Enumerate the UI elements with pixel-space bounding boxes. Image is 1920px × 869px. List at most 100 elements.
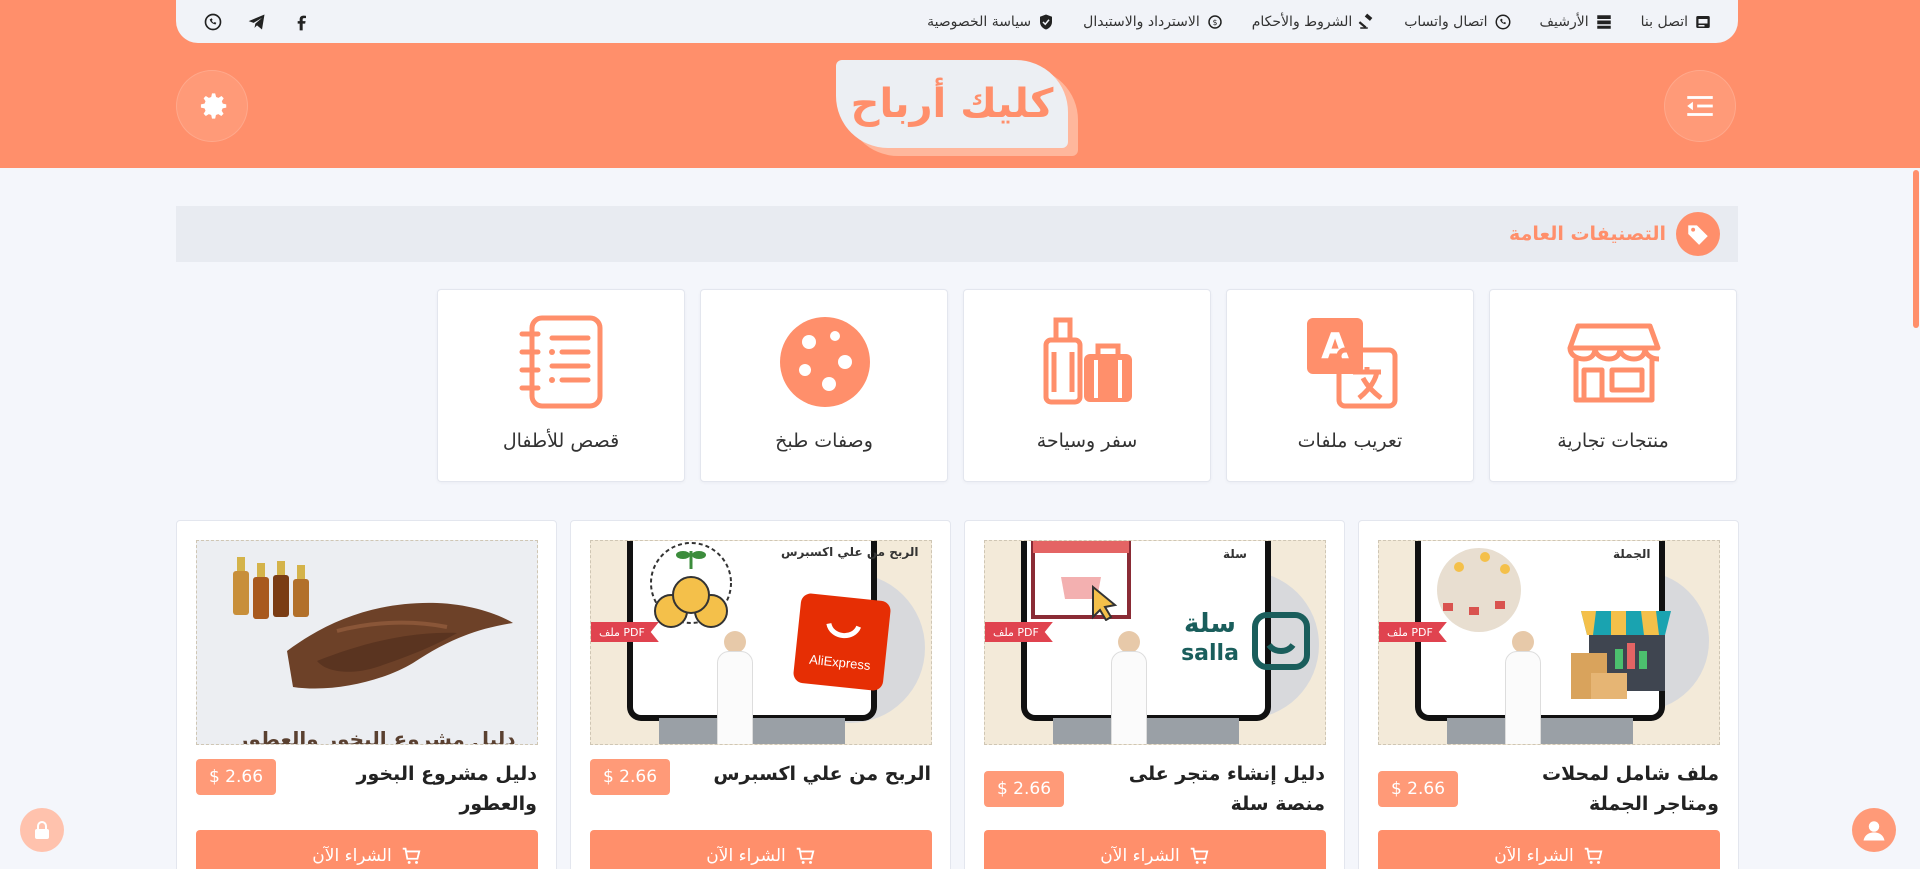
product-card[interactable]: الربح من علي اكسبرس AliExpress ملف PDF ا… bbox=[570, 520, 951, 869]
product-card[interactable]: دليل مشروع البخور والعطور دليل مشروع الب… bbox=[176, 520, 557, 869]
salla-logo: سلة salla bbox=[1175, 607, 1315, 677]
gear-icon bbox=[200, 93, 227, 119]
menu-toggle-button[interactable] bbox=[1664, 70, 1736, 142]
person-body bbox=[717, 651, 753, 744]
category-card-recipes[interactable]: وصفات طبخ bbox=[700, 289, 948, 482]
lock-icon bbox=[35, 821, 49, 839]
person-head bbox=[1512, 631, 1534, 653]
salla-logo-latin: salla bbox=[1181, 641, 1239, 666]
cart-icon bbox=[402, 847, 421, 864]
image-caption: دليل مشروع البخور والعطور bbox=[237, 727, 516, 745]
nav-link-whatsapp[interactable]: اتصال واتساب bbox=[1404, 13, 1511, 31]
world-map-icon bbox=[1429, 545, 1529, 635]
nav-link-archive[interactable]: الأرشيف bbox=[1540, 13, 1613, 31]
settings-button[interactable] bbox=[176, 70, 248, 142]
nav-link-refund[interactable]: $ الاسترداد والاستبدال bbox=[1083, 13, 1224, 31]
whatsapp-icon[interactable] bbox=[202, 11, 224, 33]
social-links bbox=[202, 11, 312, 33]
product-image[interactable]: الربح من علي اكسبرس AliExpress ملف PDF bbox=[590, 540, 932, 745]
image-caption: سلة bbox=[1223, 547, 1247, 561]
buy-now-button[interactable]: الشراء الآن bbox=[590, 830, 932, 869]
facebook-icon[interactable] bbox=[290, 11, 312, 33]
cookie-icon bbox=[780, 317, 870, 407]
nav-link-label: اتصال واتساب bbox=[1404, 13, 1488, 30]
category-card-translation[interactable]: A تعريب ملفات bbox=[1226, 289, 1474, 482]
browser-cart-icon bbox=[1031, 541, 1131, 622]
person-head bbox=[724, 631, 746, 653]
buy-now-label: الشراء الآن bbox=[1100, 846, 1180, 866]
category-card-commercial-products[interactable]: منتجات تجارية bbox=[1489, 289, 1737, 482]
product-image[interactable]: سلة سلة salla ملف PDF bbox=[984, 540, 1326, 745]
image-caption: الجملة bbox=[1613, 547, 1651, 561]
price-badge: $ 2.66 bbox=[984, 771, 1064, 807]
cart-icon bbox=[1190, 847, 1209, 864]
category-label: قصص للأطفال bbox=[502, 430, 620, 452]
category-label: وصفات طبخ bbox=[775, 430, 873, 452]
buy-now-label: الشراء الآن bbox=[312, 846, 392, 866]
category-label: تعريب ملفات bbox=[1297, 430, 1403, 452]
cart-icon bbox=[1584, 847, 1603, 864]
gavel-icon bbox=[1358, 13, 1373, 29]
pdf-badge: ملف PDF bbox=[591, 622, 659, 642]
product-title[interactable]: دليل إنشاء متجر على منصة سلة bbox=[1085, 759, 1325, 819]
category-label: سفر وسياحة bbox=[1036, 430, 1138, 452]
person-head bbox=[1118, 631, 1140, 653]
menu-indent-icon bbox=[1687, 96, 1713, 116]
store-icon bbox=[1567, 323, 1661, 403]
buy-now-button[interactable]: الشراء الآن bbox=[1378, 830, 1720, 869]
category-card-kids-stories[interactable]: قصص للأطفال bbox=[437, 289, 685, 482]
section-title: التصنيفات العامة bbox=[1509, 223, 1666, 245]
user-account-button[interactable] bbox=[1852, 808, 1896, 852]
buy-now-label: الشراء الآن bbox=[1494, 846, 1574, 866]
product-title[interactable]: ملف شامل لمحلات ومتاجر الجملة bbox=[1479, 759, 1719, 819]
salla-logo-arabic: سلة bbox=[1184, 609, 1236, 639]
nav-link-terms[interactable]: الشروط والأحكام bbox=[1252, 13, 1376, 31]
whatsapp-icon bbox=[1495, 14, 1511, 29]
nav-link-label: الشروط والأحكام bbox=[1251, 13, 1353, 30]
person-body bbox=[1505, 651, 1541, 744]
svg-text:A: A bbox=[1321, 326, 1349, 367]
product-title[interactable]: الربح من علي اكسبرس bbox=[691, 759, 931, 789]
product-image[interactable]: دليل مشروع البخور والعطور bbox=[196, 540, 538, 745]
price-badge: $ 2.66 bbox=[1378, 771, 1458, 807]
nav-link-label: الأرشيف bbox=[1539, 13, 1589, 30]
nav-link-label: الاسترداد والاستبدال bbox=[1083, 13, 1200, 30]
pdf-badge: ملف PDF bbox=[1379, 622, 1447, 642]
site-logo[interactable]: كليك أرباح bbox=[836, 60, 1078, 156]
contact-card-icon bbox=[1696, 15, 1710, 28]
product-title[interactable]: دليل مشروع البخور والعطور bbox=[297, 759, 537, 819]
aliexpress-logo: AliExpress bbox=[792, 592, 892, 692]
product-card[interactable]: سلة سلة salla ملف PDF دليل إنشاء متجر عل… bbox=[964, 520, 1345, 869]
price-badge: $ 2.66 bbox=[196, 759, 276, 795]
top-nav-bar: اتصل بنا الأرشيف اتصال واتساب الشروط وال… bbox=[176, 0, 1738, 43]
shield-icon bbox=[1040, 14, 1053, 29]
notebook-icon bbox=[519, 315, 603, 409]
scrollbar-thumb[interactable] bbox=[1913, 170, 1919, 328]
category-label: منتجات تجارية bbox=[1557, 430, 1669, 452]
nav-link-contact[interactable]: اتصل بنا bbox=[1641, 13, 1712, 31]
nav-link-label: اتصل بنا bbox=[1640, 13, 1688, 30]
category-card-travel[interactable]: سفر وسياحة bbox=[963, 289, 1211, 482]
price-badge: $ 2.66 bbox=[590, 759, 670, 795]
product-image[interactable]: الجملة ملف PDF bbox=[1378, 540, 1720, 745]
buy-now-button[interactable]: الشراء الآن bbox=[984, 830, 1326, 869]
nav-link-label: سياسة الخصوصية bbox=[927, 13, 1032, 30]
aliexpress-smile-icon bbox=[826, 622, 862, 639]
buy-now-button[interactable]: الشراء الآن bbox=[196, 830, 538, 869]
luggage-icon bbox=[1043, 317, 1132, 405]
image-caption: الربح من علي اكسبرس bbox=[781, 545, 919, 559]
svg-text:$: $ bbox=[1212, 18, 1217, 27]
pdf-badge: ملف PDF bbox=[985, 622, 1053, 642]
product-card[interactable]: الجملة ملف PDF ملف شامل لمحلات ومتاجر ال… bbox=[1358, 520, 1739, 869]
refund-icon: $ bbox=[1208, 14, 1222, 29]
lock-button[interactable] bbox=[20, 808, 64, 852]
nav-link-privacy[interactable]: سياسة الخصوصية bbox=[927, 13, 1055, 31]
telegram-icon[interactable] bbox=[246, 11, 268, 33]
cart-icon bbox=[796, 847, 815, 864]
storefront-icon bbox=[1571, 591, 1681, 701]
buy-now-label: الشراء الآن bbox=[706, 846, 786, 866]
archive-icon bbox=[1596, 14, 1611, 29]
person-body bbox=[1111, 651, 1147, 744]
translate-icon: A bbox=[1307, 318, 1398, 409]
agarwood-pieces bbox=[277, 591, 517, 701]
